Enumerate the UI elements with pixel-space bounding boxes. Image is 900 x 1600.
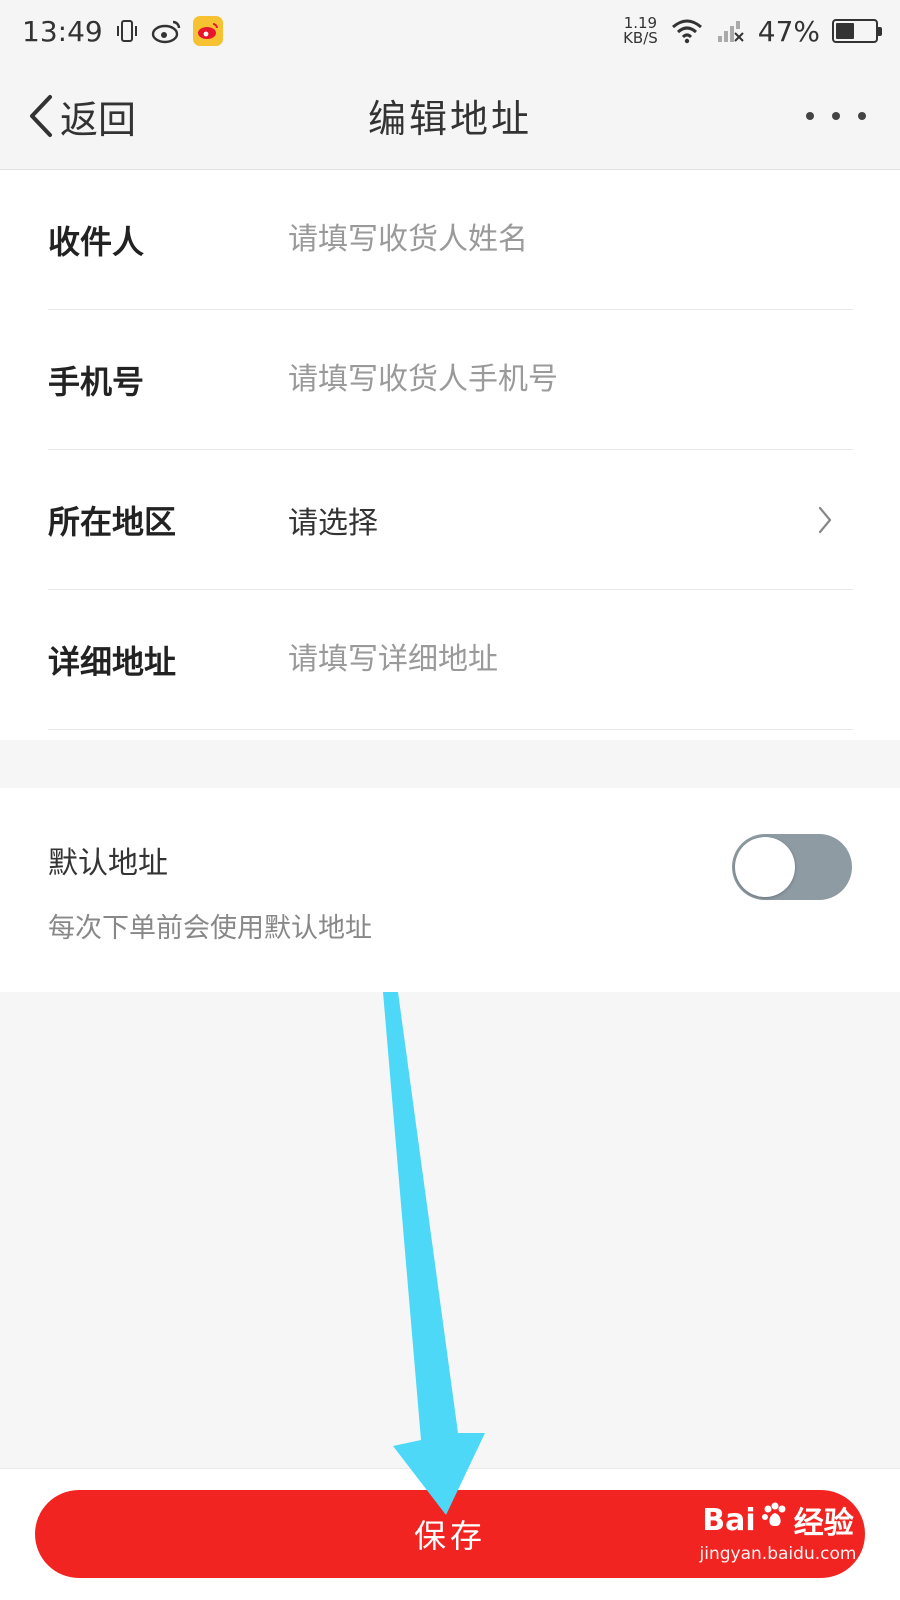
network-speed-unit: KB/S xyxy=(623,29,658,47)
phone-input[interactable] xyxy=(288,362,853,397)
vibrate-icon xyxy=(113,17,141,45)
more-dot xyxy=(832,112,840,120)
status-time: 13:49 xyxy=(22,14,103,48)
battery-fill xyxy=(836,23,854,39)
status-right: 1.19 KB/S 47% xyxy=(623,14,882,48)
default-address-title: 默认地址 xyxy=(48,846,168,881)
weibo-app-icon xyxy=(192,16,223,46)
region-row[interactable]: 所在地区 请选择 xyxy=(48,450,853,590)
back-label: 返回 xyxy=(60,97,137,142)
recipient-row: 收件人 xyxy=(48,170,853,310)
address-form: 收件人 手机号 所在地区 请选择 详细地址 xyxy=(0,170,900,740)
save-button[interactable]: 保存 xyxy=(35,1490,865,1578)
region-select[interactable]: 请选择 xyxy=(288,498,853,542)
edit-address-screen: 13:49 1.19 KB/S 47% 返回 编辑地址 收件人 请填写收货人姓名… xyxy=(0,0,900,1600)
battery-icon xyxy=(832,19,882,43)
recipient-label: 收件人 xyxy=(48,222,145,261)
detail-address-input[interactable] xyxy=(288,642,853,677)
network-speed: 1.19 KB/S xyxy=(623,16,658,46)
region-label: 所在地区 xyxy=(48,502,177,541)
back-button[interactable]: 返回 xyxy=(28,62,136,170)
signal-icon xyxy=(716,18,746,44)
battery-percent: 47% xyxy=(757,14,820,48)
more-dot xyxy=(858,112,866,120)
default-address-toggle[interactable] xyxy=(732,834,852,900)
more-dot xyxy=(806,112,814,120)
arrow-shape xyxy=(383,992,485,1515)
status-bar: 13:49 1.19 KB/S 47% xyxy=(0,0,900,62)
toggle-knob xyxy=(735,837,795,897)
status-left: 13:49 xyxy=(22,15,223,48)
phone-row: 手机号 xyxy=(48,310,853,450)
chevron-left-icon xyxy=(28,94,54,138)
detail-address-label: 详细地址 xyxy=(48,642,177,681)
weibo-icon xyxy=(151,18,183,44)
recipient-input[interactable] xyxy=(288,222,853,257)
phone-label: 手机号 xyxy=(48,362,145,401)
wifi-icon xyxy=(670,18,704,44)
chevron-right-icon xyxy=(817,505,833,535)
navigation-bar: 返回 编辑地址 xyxy=(0,62,900,170)
default-address-description: 每次下单前会使用默认地址 xyxy=(48,913,372,944)
more-icon[interactable] xyxy=(806,100,866,132)
region-value: 请选择 xyxy=(288,505,378,541)
detail-address-row: 详细地址 xyxy=(48,590,853,730)
